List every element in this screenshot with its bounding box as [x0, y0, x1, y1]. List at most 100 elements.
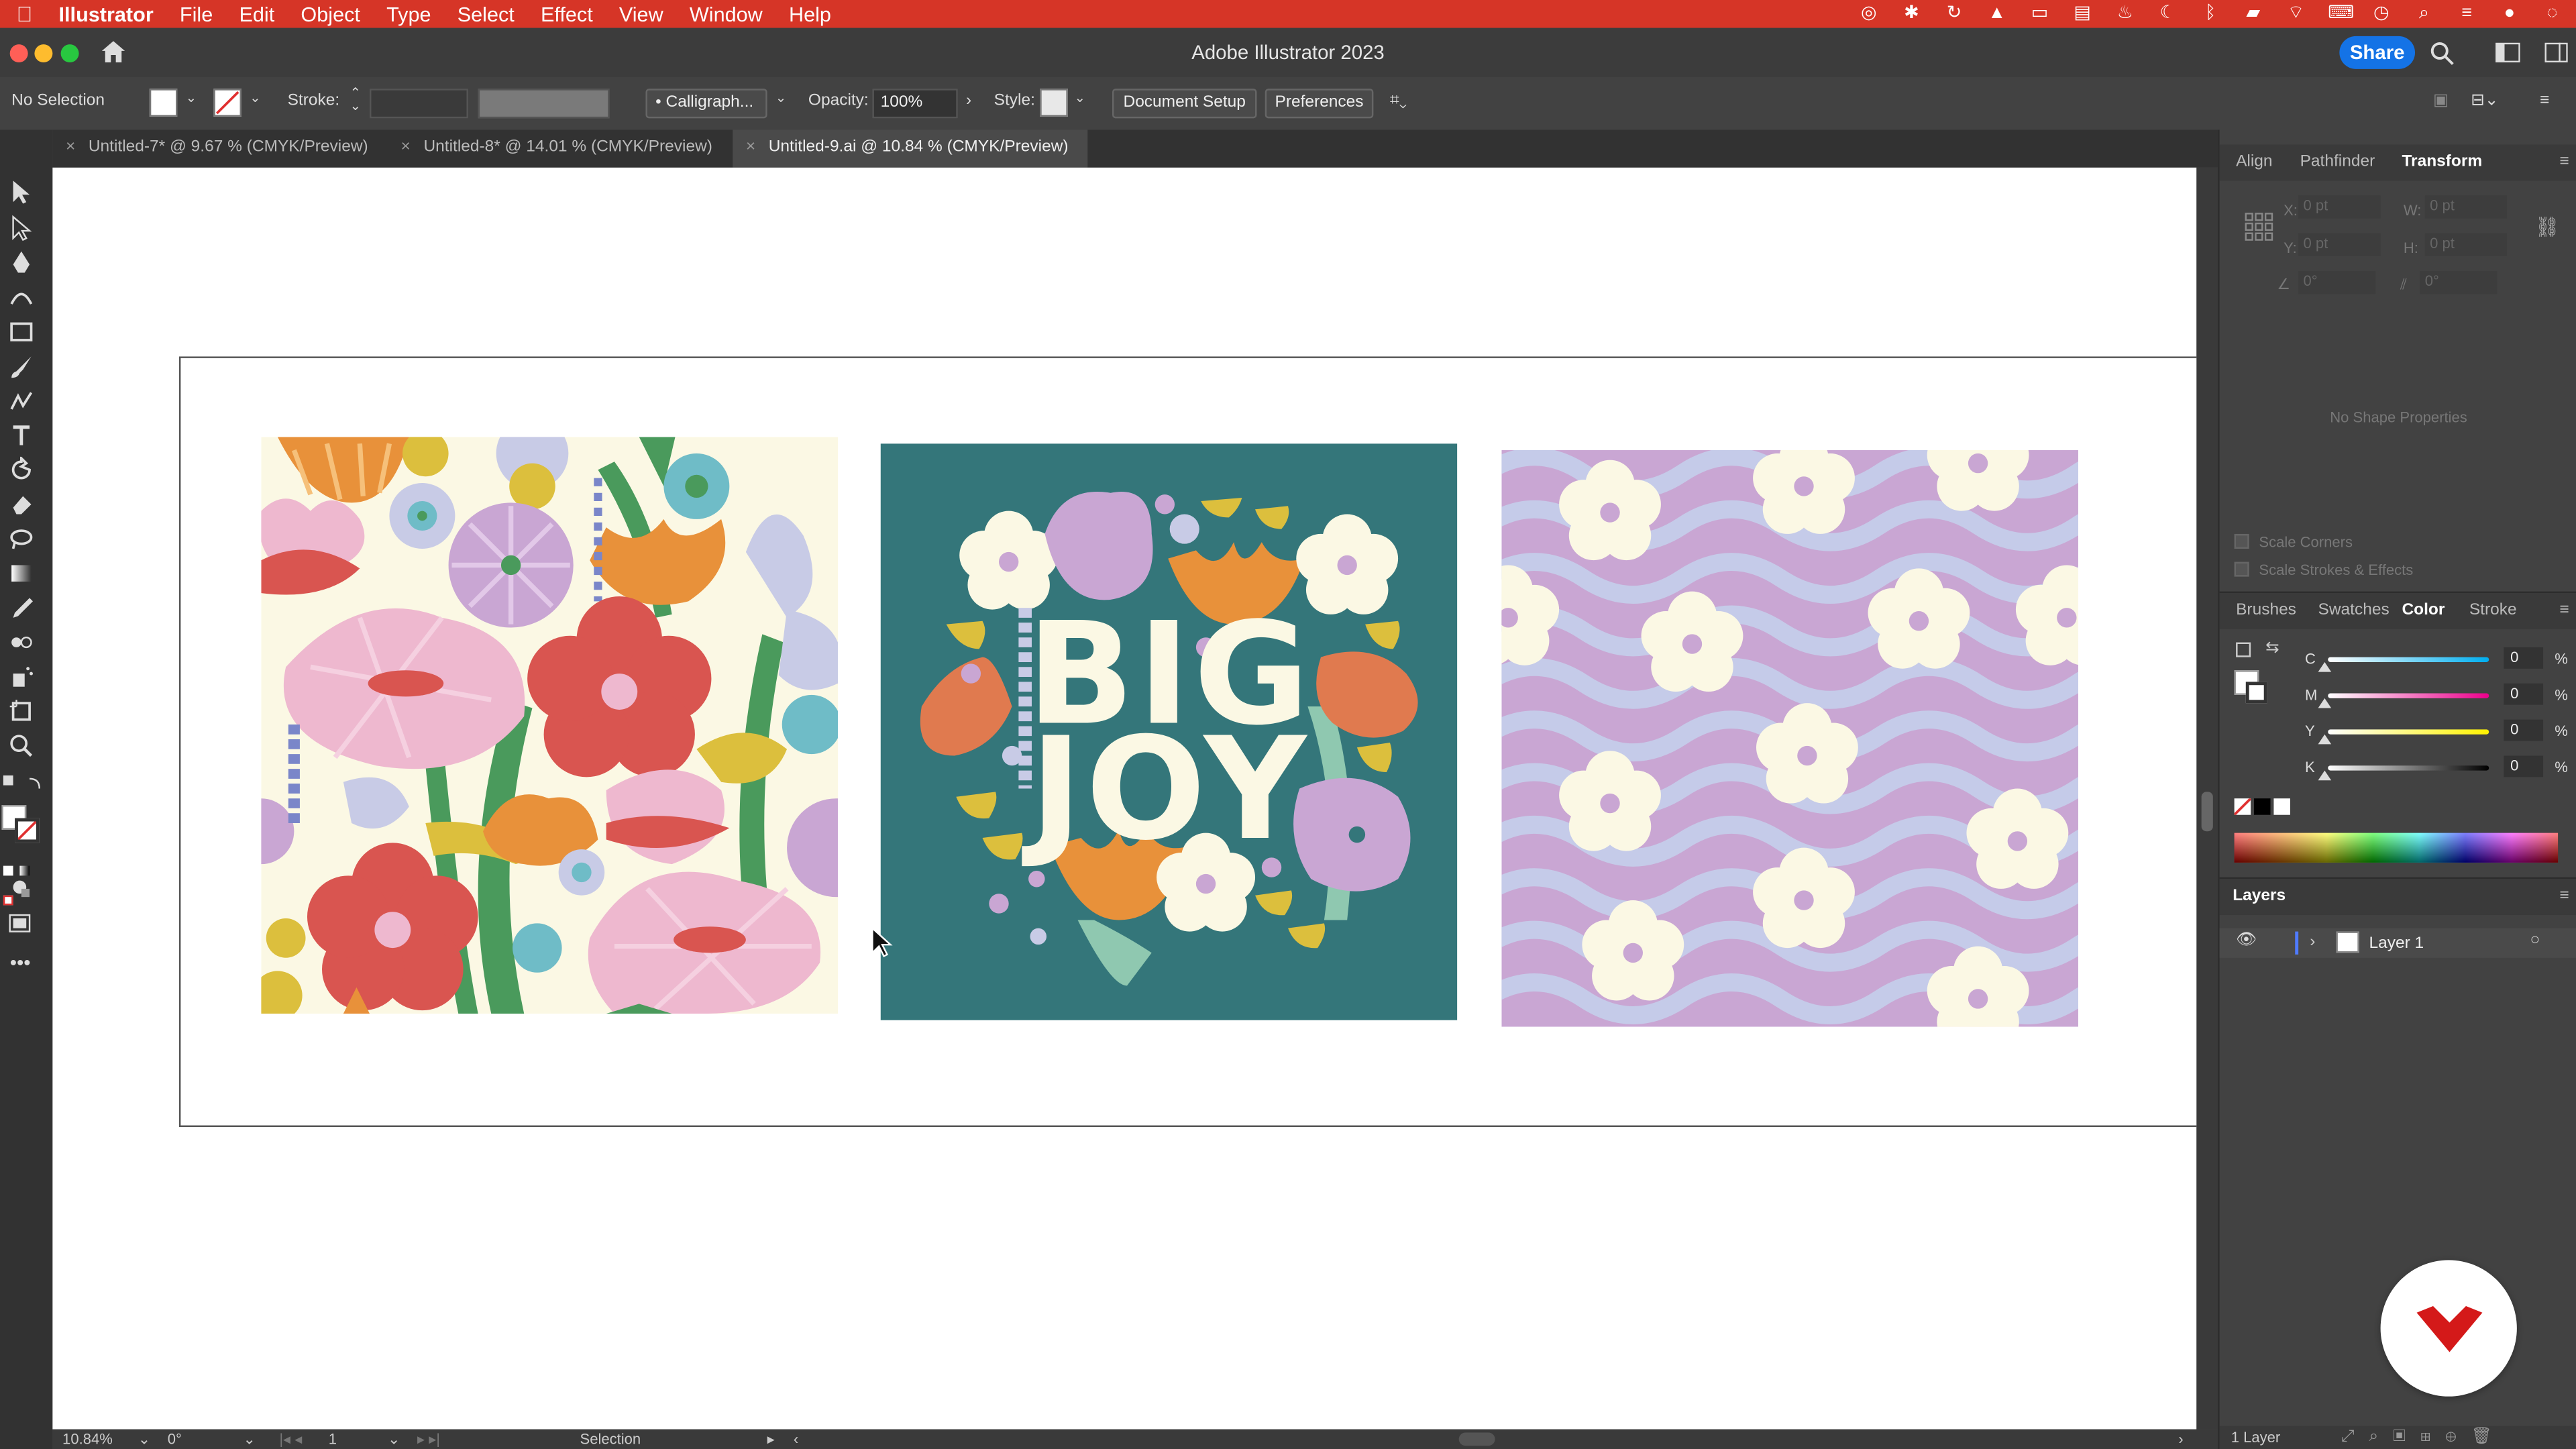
siri-icon[interactable]: ● — [2499, 4, 2520, 23]
tab-untitled-7[interactable]: × Untitled-7* @ 9.67 % (CMYK/Preview) — [52, 129, 384, 167]
layer-row[interactable]: 👁 › Layer 1 ○ — [2219, 928, 2576, 958]
gradient-tool-icon[interactable] — [8, 560, 34, 586]
artboard-next-icons[interactable]: ▸ ▸| — [417, 1431, 440, 1449]
rotate-tool-icon[interactable] — [8, 456, 34, 483]
yellow-slider[interactable] — [2328, 729, 2489, 735]
stroke-weight-stepper[interactable]: ⌃ ⌄ — [350, 87, 361, 113]
align-to-icon[interactable]: ▣ — [2433, 92, 2449, 110]
artboard-dropdown-icon[interactable]: ⌄ — [388, 1431, 400, 1449]
cyan-value[interactable]: 0 — [2504, 647, 2544, 669]
zoom-dropdown-icon[interactable]: ⌄ — [138, 1431, 150, 1449]
white-swatch[interactable] — [2273, 798, 2290, 815]
search-icon[interactable] — [2430, 41, 2455, 66]
menu-app-name[interactable]: Illustrator — [59, 3, 154, 25]
panel-menu-icon[interactable]: ≡ — [2560, 887, 2569, 905]
brush-definition-dropdown[interactable]: • Calligraph... — [645, 89, 767, 119]
menu-effect[interactable]: Effect — [541, 3, 593, 25]
layer-target-icon[interactable]: ○ — [2530, 932, 2540, 950]
document-canvas[interactable]: BIG JOY — [52, 167, 2197, 1430]
stroke-color-box[interactable] — [15, 818, 40, 843]
stroke-weight-field[interactable] — [370, 89, 468, 119]
variable-width-profile[interactable] — [478, 89, 610, 119]
color-spectrum-bar[interactable] — [2234, 833, 2559, 863]
black-slider-handle[interactable] — [2318, 770, 2332, 781]
black-value[interactable]: 0 — [2504, 755, 2544, 777]
panel-layout-icon[interactable] — [2544, 42, 2568, 63]
type-tool-icon[interactable] — [8, 422, 34, 448]
scroll-right-icon[interactable]: › — [2178, 1431, 2183, 1447]
blend-tool-icon[interactable] — [8, 629, 34, 655]
control-bar-menu-icon[interactable]: ≡ — [2540, 92, 2549, 110]
edit-toolbar-more-icon[interactable]: ••• — [10, 951, 31, 974]
apple-menu-icon[interactable]:  — [16, 1, 32, 26]
spotlight-search-icon[interactable]: ⌕ — [2414, 4, 2435, 23]
none-color-swatch[interactable] — [2234, 798, 2251, 815]
tab-brushes[interactable]: Brushes — [2236, 601, 2296, 619]
curvature-tool-icon[interactable] — [8, 284, 34, 311]
tab-swatches[interactable]: Swatches — [2318, 601, 2390, 619]
align-options-icon[interactable]: ⊟⌄ — [2471, 92, 2498, 110]
graphic-style-swatch[interactable] — [1040, 89, 1068, 117]
document-setup-button[interactable]: Document Setup — [1112, 89, 1257, 119]
symbol-sprayer-tool-icon[interactable] — [8, 663, 34, 690]
brand-logo-button[interactable] — [2380, 1260, 2517, 1397]
menu-help[interactable]: Help — [789, 3, 831, 25]
rotation-dropdown-icon[interactable]: ⌄ — [243, 1431, 255, 1449]
tab-stroke[interactable]: Stroke — [2469, 601, 2517, 619]
artboard-tool-icon[interactable] — [8, 698, 34, 724]
default-colors-icon[interactable] — [2236, 642, 2251, 657]
x-field[interactable]: 0 pt — [2298, 195, 2381, 219]
menu-object[interactable]: Object — [301, 3, 360, 25]
time-machine-icon[interactable]: ◷ — [2371, 4, 2392, 23]
tab-pathfinder[interactable]: Pathfinder — [2300, 153, 2375, 171]
workspace-switcher-icon[interactable] — [2496, 42, 2520, 63]
bluetooth-icon[interactable]: ᛒ — [2200, 4, 2221, 23]
w-field[interactable]: 0 pt — [2424, 195, 2508, 219]
drive-icon[interactable]: ▲ — [1986, 4, 2008, 23]
pen-tool-icon[interactable] — [8, 250, 34, 276]
creative-cloud-icon[interactable]: ◎ — [1858, 4, 1880, 23]
opacity-field[interactable]: 100% — [872, 89, 958, 119]
menu-select[interactable]: Select — [458, 3, 515, 25]
share-button[interactable]: Share — [2339, 36, 2416, 69]
floral-pattern-artwork[interactable] — [261, 437, 838, 1014]
keyboard-icon[interactable]: ⌨ — [2328, 4, 2354, 23]
flame-icon[interactable]: ♨ — [2114, 4, 2136, 23]
artboard-number[interactable]: 1 — [329, 1431, 337, 1447]
paintbrush-tool-icon[interactable] — [8, 354, 34, 380]
cyan-slider-handle[interactable] — [2318, 661, 2332, 672]
display-icon[interactable]: ▭ — [2029, 4, 2051, 23]
color-mode-buttons[interactable] — [3, 854, 43, 906]
eyedropper-tool-icon[interactable] — [8, 595, 34, 621]
shear-field[interactable]: 0° — [2420, 271, 2498, 294]
rectangle-tool-icon[interactable] — [8, 319, 34, 345]
tab-color[interactable]: Color — [2402, 601, 2445, 619]
screen-mode-icon[interactable] — [8, 914, 31, 933]
magenta-value[interactable]: 0 — [2504, 683, 2544, 705]
reference-point-icon[interactable] — [2244, 212, 2273, 241]
black-slider[interactable] — [2328, 765, 2489, 771]
vertical-scrollbar[interactable] — [2196, 167, 2218, 1430]
tab-untitled-9[interactable]: × Untitled-9.ai @ 10.84 % (CMYK/Preview) — [733, 129, 1088, 168]
menu-window[interactable]: Window — [690, 3, 763, 25]
stroke-swatch[interactable] — [213, 89, 242, 117]
direct-selection-tool-icon[interactable] — [8, 215, 34, 241]
moon-icon[interactable]: ☾ — [2157, 4, 2179, 23]
cast-icon[interactable]: ▤ — [2072, 4, 2093, 23]
cyan-slider[interactable] — [2328, 657, 2489, 662]
style-dropdown-icon[interactable]: ⌄ — [1075, 91, 1085, 105]
puzzle-icon[interactable]: ✱ — [1900, 4, 1922, 23]
magenta-slider[interactable] — [2328, 693, 2489, 698]
layer-name[interactable]: Layer 1 — [2369, 934, 2424, 953]
color-stroke-box[interactable] — [2245, 682, 2267, 704]
panel-menu-icon[interactable]: ≡ — [2560, 601, 2569, 619]
expand-layer-icon[interactable]: › — [2310, 933, 2315, 951]
layers-panel-title[interactable]: Layers — [2233, 887, 2286, 905]
eraser-tool-icon[interactable] — [8, 491, 34, 517]
battery-icon[interactable]: ▰ — [2243, 4, 2264, 23]
user-icon[interactable]: ◌ — [2542, 4, 2563, 23]
rotation-value[interactable]: 0° — [168, 1431, 182, 1447]
tab-transform[interactable]: Transform — [2402, 153, 2482, 171]
visibility-eye-icon[interactable]: 👁 — [2236, 932, 2257, 950]
tab-align[interactable]: Align — [2236, 153, 2272, 171]
